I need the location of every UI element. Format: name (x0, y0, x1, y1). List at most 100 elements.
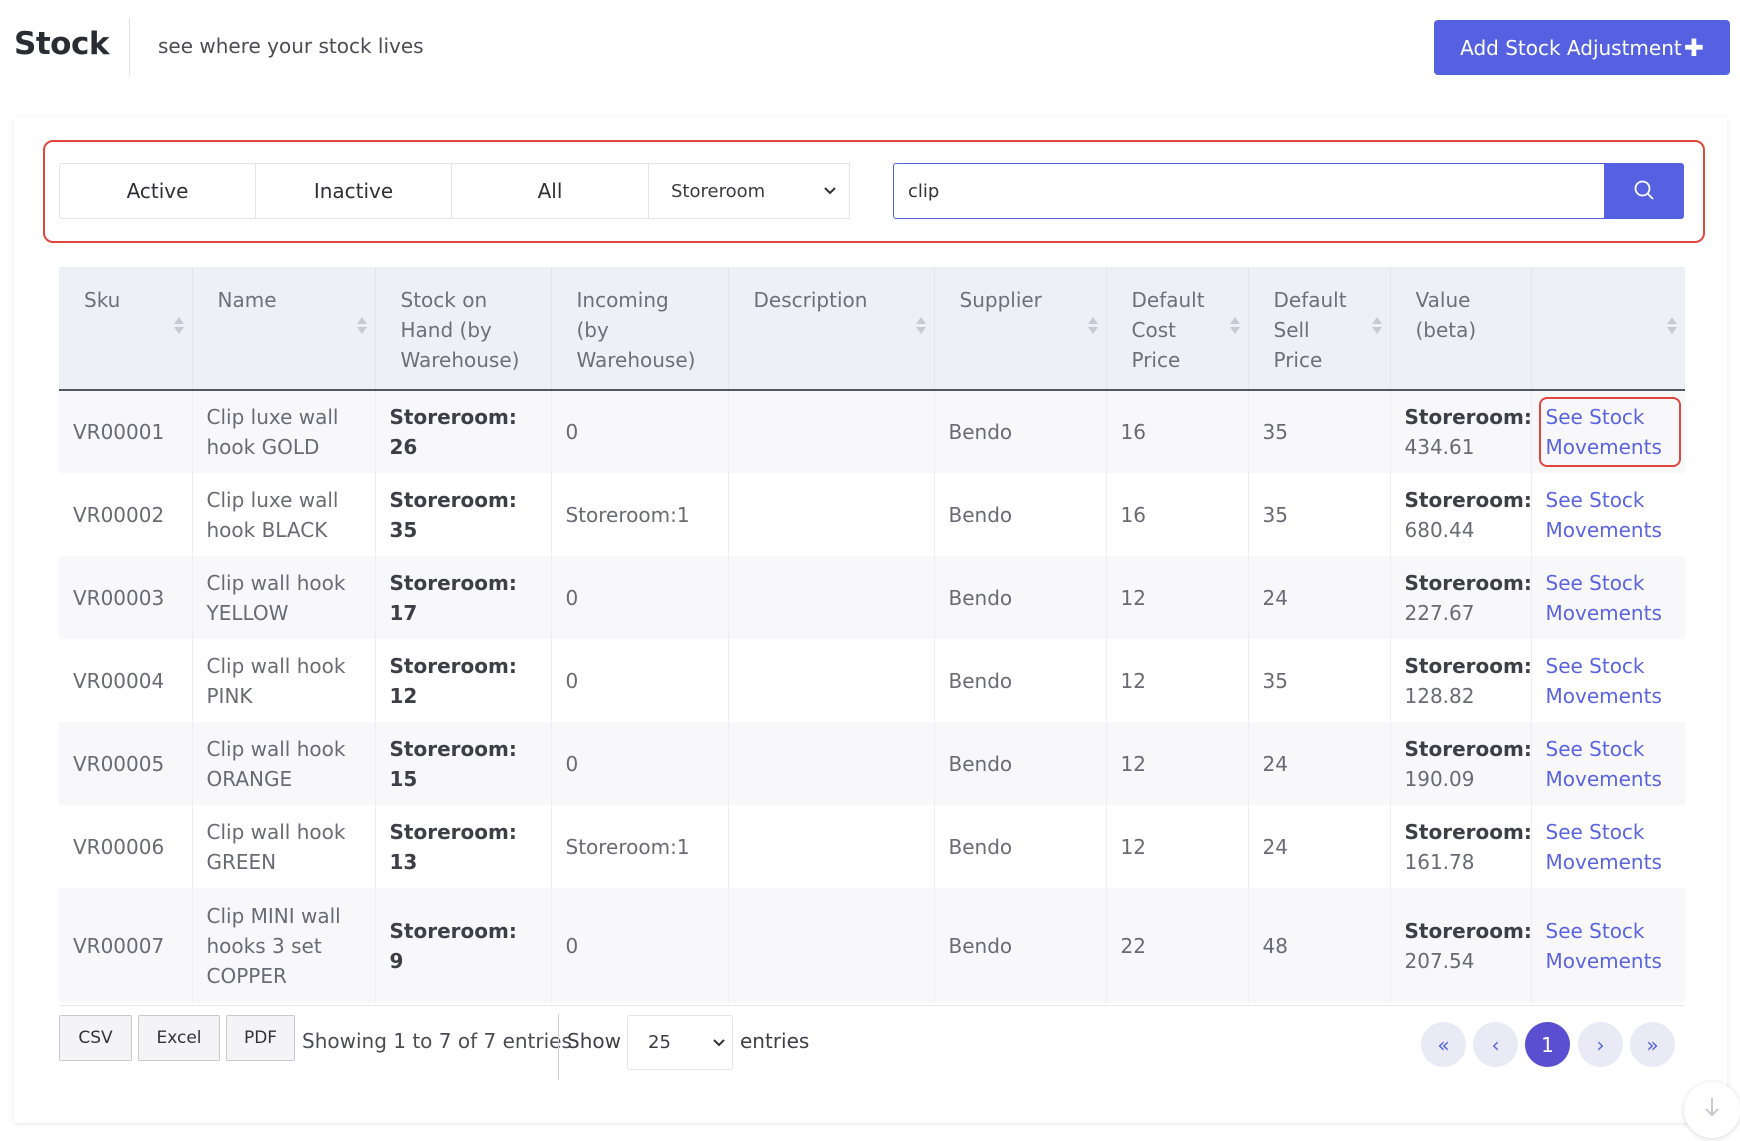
cell-supplier: Bendo (934, 556, 1107, 639)
cell-name: Clip wall hook YELLOW (192, 556, 376, 639)
cell-value: Storeroom: 190.09 (1390, 722, 1532, 805)
cell-name: Clip wall hook PINK (192, 639, 376, 722)
cell-value: Storeroom: 161.78 (1390, 805, 1532, 888)
cell-name: Clip MINI wall hooks 3 set COPPER (192, 888, 376, 1003)
pagination-next-button[interactable]: › (1578, 1022, 1623, 1067)
cell-default-cost-price: 12 (1106, 805, 1249, 888)
cell-description (728, 722, 935, 805)
cell-value: Storeroom: 128.82 (1390, 639, 1532, 722)
cell-default-cost-price: 16 (1106, 473, 1249, 556)
table-bottom-border (59, 1005, 1685, 1006)
cell-actions: See Stock Movements (1531, 722, 1685, 805)
column-header-incoming[interactable]: Incoming (by Warehouse) (551, 267, 729, 391)
cell-actions: See Stock Movements (1531, 473, 1685, 556)
column-header-name[interactable]: Name (192, 267, 376, 391)
export-csv-button[interactable]: CSV (59, 1015, 132, 1061)
cell-default-sell-price: 35 (1248, 390, 1391, 473)
cell-default-cost-price: 22 (1106, 888, 1249, 1003)
see-stock-movements-link[interactable]: See Stock Movements (1546, 488, 1662, 542)
page-length-value: 25 (648, 1032, 671, 1053)
cell-description (728, 390, 935, 473)
column-header-value[interactable]: Value (beta) (1390, 267, 1532, 391)
column-header-sku[interactable]: Sku (59, 267, 193, 391)
pagination-previous-button[interactable]: ‹ (1473, 1022, 1518, 1067)
cell-default-cost-price: 12 (1106, 722, 1249, 805)
stock-table: Sku Name Stock on Hand (by Warehouse) In… (59, 267, 1685, 1003)
sort-icon (1229, 317, 1240, 337)
cell-incoming: 0 (551, 888, 729, 1003)
cell-actions: See Stock Movements (1531, 390, 1685, 473)
export-excel-button[interactable]: Excel (138, 1015, 220, 1061)
cell-actions: See Stock Movements (1531, 556, 1685, 639)
column-header-default-sell-price[interactable]: Default Sell Price (1248, 267, 1391, 391)
cell-actions: See Stock Movements (1531, 888, 1685, 1003)
table-info: Showing 1 to 7 of 7 entries (302, 1029, 572, 1053)
pagination-current-page[interactable]: 1 (1525, 1022, 1570, 1067)
add-stock-adjustment-button[interactable]: Add Stock Adjustment ✚ (1434, 20, 1730, 75)
cell-actions: See Stock Movements (1531, 639, 1685, 722)
cell-supplier: Bendo (934, 639, 1107, 722)
cell-actions: See Stock Movements (1531, 805, 1685, 888)
export-pdf-button[interactable]: PDF (226, 1015, 295, 1061)
sort-icon (173, 317, 184, 337)
header-divider (129, 18, 130, 76)
cell-default-cost-price: 12 (1106, 556, 1249, 639)
cell-description (728, 556, 935, 639)
cell-stock-on-hand: Storeroom: 15 (375, 722, 552, 805)
column-header-stock-on-hand[interactable]: Stock on Hand (by Warehouse) (375, 267, 552, 391)
page-header: Stock see where your stock lives Add Sto… (0, 0, 1740, 94)
filter-tab-inactive[interactable]: Inactive (255, 163, 452, 219)
add-stock-adjustment-label: Add Stock Adjustment (1460, 35, 1682, 60)
table-row: VR00002 Clip luxe wall hook BLACK Storer… (59, 473, 1685, 556)
cell-description (728, 639, 935, 722)
see-stock-movements-link[interactable]: See Stock Movements (1546, 405, 1662, 459)
cell-default-sell-price: 35 (1248, 473, 1391, 556)
cell-stock-on-hand: Storeroom: 9 (375, 888, 552, 1003)
sort-icon (915, 317, 926, 337)
cell-stock-on-hand: Storeroom: 12 (375, 639, 552, 722)
page-length-select[interactable]: 25 (627, 1015, 733, 1070)
column-header-actions[interactable] (1531, 267, 1685, 391)
warehouse-select[interactable]: Storeroom (648, 163, 850, 219)
see-stock-movements-link[interactable]: See Stock Movements (1546, 919, 1662, 973)
cell-incoming: 0 (551, 390, 729, 473)
warehouse-select-value: Storeroom (671, 180, 766, 202)
filter-tab-all[interactable]: All (451, 163, 649, 219)
column-header-default-cost-price[interactable]: Default Cost Price (1106, 267, 1249, 391)
pagination-first-button[interactable]: « (1421, 1022, 1466, 1067)
search-button[interactable] (1604, 163, 1684, 219)
entries-label: entries (740, 1029, 810, 1053)
column-header-supplier[interactable]: Supplier (934, 267, 1107, 391)
see-stock-movements-link[interactable]: See Stock Movements (1546, 654, 1662, 708)
cell-default-sell-price: 24 (1248, 722, 1391, 805)
scroll-down-button[interactable] (1684, 1082, 1740, 1138)
table-row: VR00007 Clip MINI wall hooks 3 set COPPE… (59, 888, 1685, 1003)
cell-sku: VR00007 (59, 888, 193, 1003)
chevron-down-icon (712, 1033, 726, 1057)
see-stock-movements-link[interactable]: See Stock Movements (1546, 571, 1662, 625)
cell-default-cost-price: 12 (1106, 639, 1249, 722)
cell-name: Clip luxe wall hook GOLD (192, 390, 376, 473)
table-row: VR00004 Clip wall hook PINK Storeroom: 1… (59, 639, 1685, 722)
cell-default-sell-price: 48 (1248, 888, 1391, 1003)
cell-sku: VR00004 (59, 639, 193, 722)
cell-stock-on-hand: Storeroom: 35 (375, 473, 552, 556)
see-stock-movements-link[interactable]: See Stock Movements (1546, 820, 1662, 874)
see-stock-movements-link[interactable]: See Stock Movements (1546, 737, 1662, 791)
cell-incoming: 0 (551, 556, 729, 639)
sort-icon (1087, 317, 1098, 337)
filter-tab-active[interactable]: Active (59, 163, 256, 219)
cell-description (728, 473, 935, 556)
search-input[interactable] (893, 163, 1605, 219)
cell-stock-on-hand: Storeroom: 26 (375, 390, 552, 473)
page-subtitle: see where your stock lives (158, 34, 424, 58)
pagination-last-button[interactable]: » (1630, 1022, 1675, 1067)
table-row: VR00003 Clip wall hook YELLOW Storeroom:… (59, 556, 1685, 639)
show-label: Show (567, 1029, 621, 1053)
cell-supplier: Bendo (934, 722, 1107, 805)
page-title: Stock (14, 26, 109, 62)
column-header-description[interactable]: Description (728, 267, 935, 391)
cell-value: Storeroom: 434.61 (1390, 390, 1532, 473)
cell-description (728, 805, 935, 888)
cell-supplier: Bendo (934, 473, 1107, 556)
